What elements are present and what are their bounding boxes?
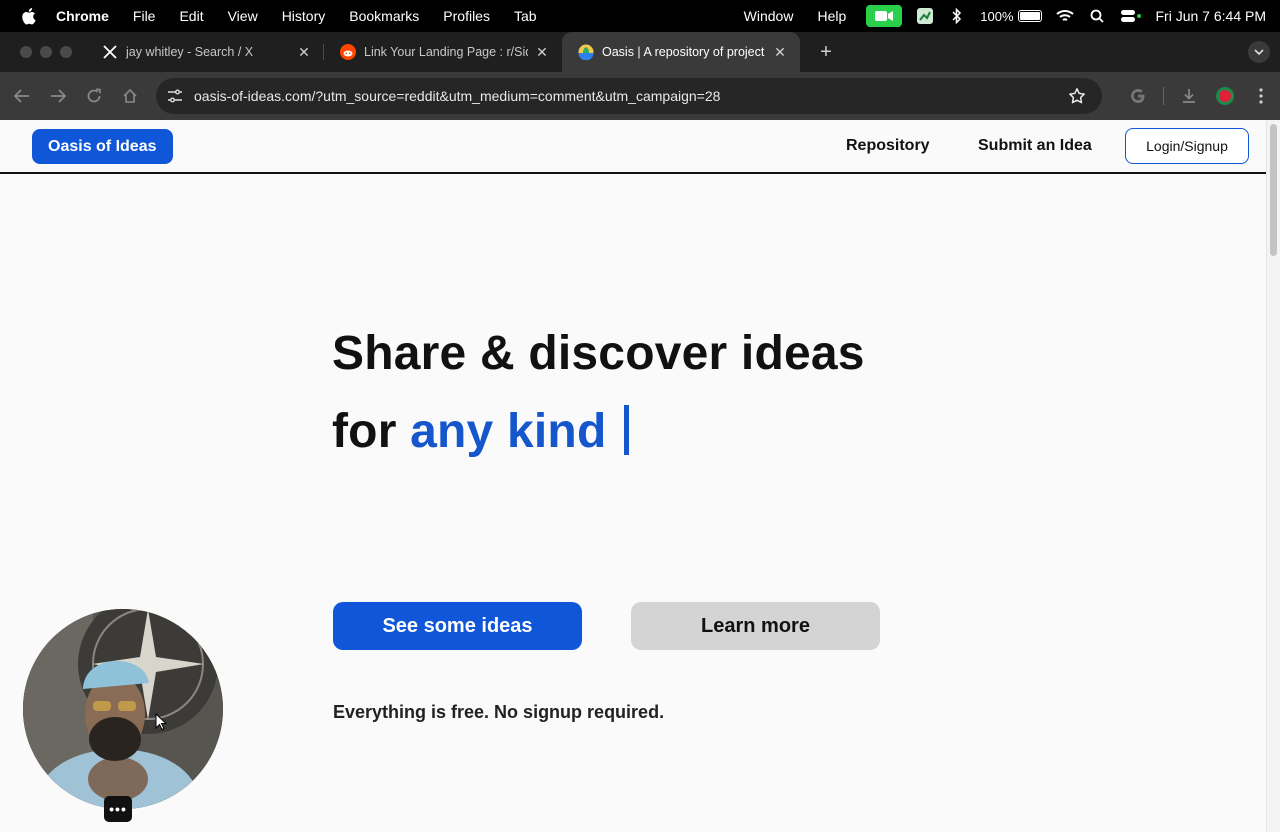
nav-submit-idea-link[interactable]: Submit an Idea [978,137,1092,155]
x-logo-icon [102,44,118,60]
learn-more-button[interactable]: Learn more [631,602,880,650]
toolbar-extensions [1127,84,1272,108]
tab-oasis[interactable]: Oasis | A repository of project ✕ [562,32,800,72]
download-icon[interactable] [1178,84,1200,108]
close-tab-icon[interactable]: ✕ [772,44,788,60]
close-window-button[interactable] [20,46,32,58]
webcam-presenter-image [23,609,223,809]
window-controls [20,46,72,58]
facetime-camera-icon[interactable] [866,5,903,27]
reload-icon[interactable] [76,78,112,114]
back-arrow-icon[interactable] [4,78,40,114]
chrome-menu-icon[interactable] [1250,84,1272,108]
forward-arrow-icon[interactable] [40,78,76,114]
site-navbar: Oasis of Ideas Repository Submit an Idea… [0,120,1266,174]
hero-heading-line-2: for any kind [332,404,630,459]
google-extension-icon[interactable] [1127,84,1149,108]
screen-capture-icon[interactable] [916,7,934,25]
address-url-text[interactable]: oasis-of-ideas.com/?utm_source=reddit&ut… [194,88,1066,104]
hero-prefix: for [332,405,397,458]
new-tab-button[interactable]: + [810,36,842,68]
home-icon[interactable] [112,78,148,114]
menu-history[interactable]: History [282,8,326,24]
browser-tab-strip: jay whitley - Search / X ✕ Link Your Lan… [0,32,1280,72]
menu-help[interactable]: Help [817,8,846,24]
see-some-ideas-button[interactable]: See some ideas [333,602,582,650]
spotlight-search-icon[interactable] [1088,7,1106,25]
brand-logo-button[interactable]: Oasis of Ideas [32,129,173,164]
hero-heading-line-1: Share & discover ideas [332,327,865,380]
address-bar[interactable]: oasis-of-ideas.com/?utm_source=reddit&ut… [156,78,1102,114]
menu-edit[interactable]: Edit [179,8,203,24]
close-tab-icon[interactable]: ✕ [296,44,312,60]
control-center-icon[interactable] [1120,7,1142,25]
battery-icon [1017,10,1042,22]
close-tab-icon[interactable]: ✕ [534,44,550,60]
menubar-status-area: Window Help 100% Fri Jun 7 6:44 PM [744,0,1280,32]
tab-x-search[interactable]: jay whitley - Search / X ✕ [86,32,324,72]
toolbar-divider [1163,87,1164,105]
minimize-window-button[interactable] [40,46,52,58]
tab-title: Link Your Landing Page : r/Sid [364,45,528,59]
battery-status[interactable]: 100% [980,8,1042,24]
menu-tab[interactable]: Tab [514,8,537,24]
scrollbar-thumb[interactable] [1270,124,1277,256]
tab-reddit[interactable]: Link Your Landing Page : r/Sid ✕ [324,32,562,72]
login-signup-button[interactable]: Login/Signup [1125,128,1249,164]
typing-cursor [624,405,630,455]
tab-title: jay whitley - Search / X [126,45,254,59]
webcam-video-overlay[interactable] [23,609,223,809]
free-note-text: Everything is free. No signup required. [333,702,665,722]
menu-app-name[interactable]: Chrome [56,8,109,24]
menubar-clock[interactable]: Fri Jun 7 6:44 PM [1156,8,1267,24]
battery-percent: 100% [980,8,1014,24]
profile-avatar-icon[interactable] [1214,84,1236,108]
zoom-window-button[interactable] [60,46,72,58]
nav-repository-link[interactable]: Repository [846,137,930,155]
wifi-icon[interactable] [1055,7,1074,25]
page-scrollbar[interactable] [1266,120,1280,832]
apple-menu-icon[interactable] [20,7,40,25]
hero-typed-word: any kind [410,405,607,458]
reddit-icon [340,44,356,60]
site-info-tune-icon[interactable] [166,87,184,105]
macos-menu-bar: Chrome File Edit View History Bookmarks … [0,0,1280,32]
menu-profiles[interactable]: Profiles [443,8,490,24]
tab-title: Oasis | A repository of project [602,45,765,59]
bluetooth-icon[interactable] [948,7,966,25]
menu-view[interactable]: View [228,8,258,24]
oasis-favicon-icon [578,44,594,60]
bookmark-star-icon[interactable] [1066,85,1088,107]
mouse-pointer-icon [155,713,167,731]
menu-file[interactable]: File [133,8,156,24]
menu-window[interactable]: Window [744,8,794,24]
menu-bookmarks[interactable]: Bookmarks [349,8,419,24]
tab-search-chevron-icon[interactable] [1248,41,1270,63]
browser-toolbar: oasis-of-ideas.com/?utm_source=reddit&ut… [0,72,1280,120]
webcam-more-options-button[interactable]: ••• [104,796,132,822]
